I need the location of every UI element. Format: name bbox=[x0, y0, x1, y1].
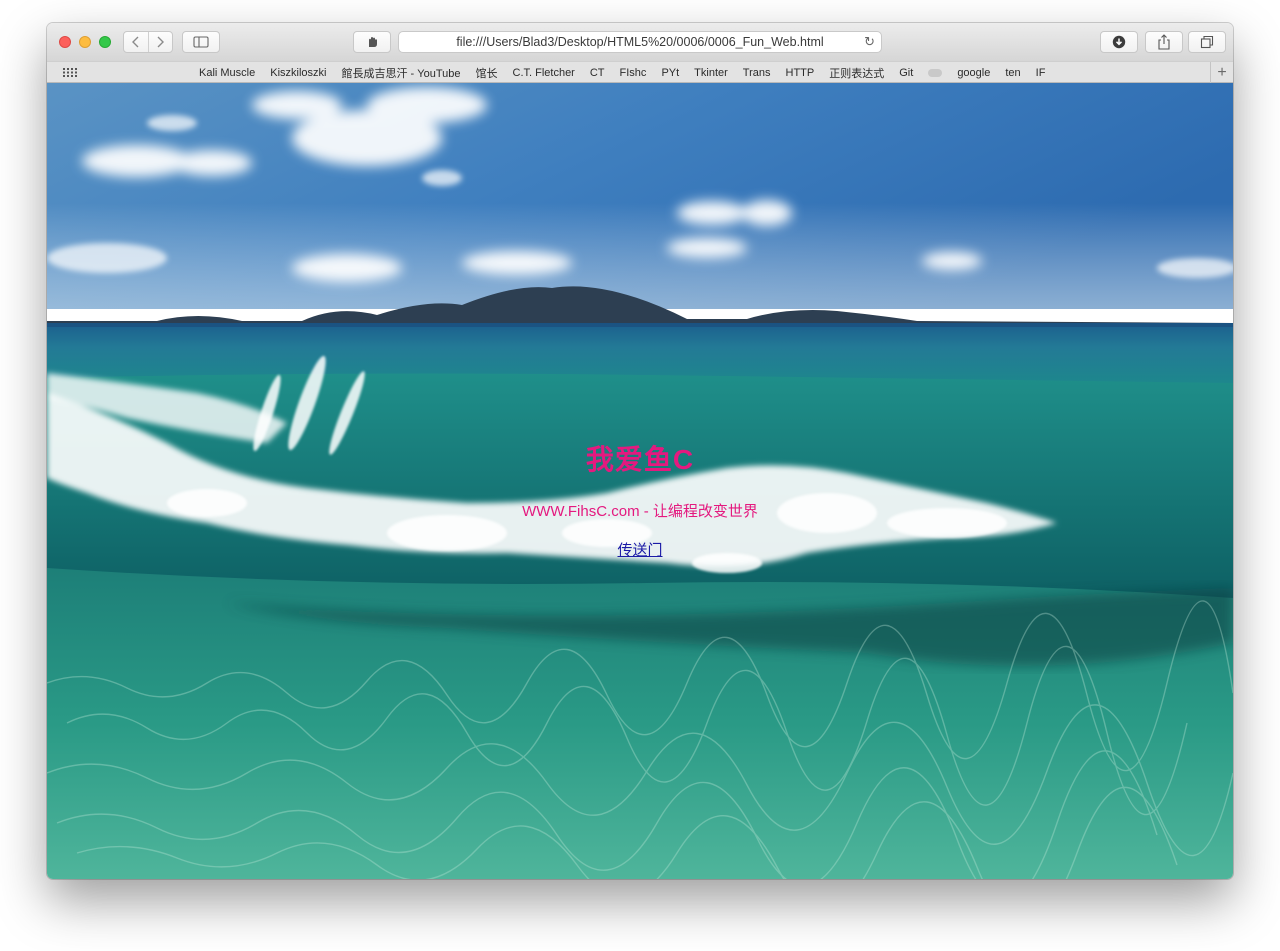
web-page-content: 我爱鱼C WWW.FihsC.com - 让编程改变世界 传送门 bbox=[47, 83, 1233, 879]
maximize-window-button[interactable] bbox=[99, 36, 111, 48]
page-text-block: 我爱鱼C WWW.FihsC.com - 让编程改变世界 传送门 bbox=[47, 438, 1233, 560]
bookmark-item[interactable]: Kiszkiloszki bbox=[270, 67, 326, 79]
bookmark-item[interactable]: ten bbox=[1005, 67, 1020, 79]
bookmark-item[interactable]: 正则表达式 bbox=[829, 65, 884, 81]
close-window-button[interactable] bbox=[59, 36, 71, 48]
plus-icon[interactable]: + bbox=[1210, 62, 1233, 83]
show-tabs-button[interactable] bbox=[1188, 31, 1226, 53]
hand-icon bbox=[369, 37, 377, 47]
bookmark-list: Kali Muscle Kiszkiloszki 館長成吉思汗 - YouTub… bbox=[199, 62, 1045, 83]
bookmark-item[interactable]: PYt bbox=[661, 67, 679, 79]
share-button[interactable] bbox=[1145, 31, 1183, 53]
forward-button[interactable] bbox=[147, 32, 173, 52]
sidebar-icon bbox=[193, 36, 209, 48]
back-button[interactable] bbox=[124, 32, 148, 52]
share-icon bbox=[1158, 34, 1170, 50]
bookmark-item[interactable]: CT bbox=[590, 67, 605, 79]
page-subtitle: WWW.FihsC.com - 让编程改变世界 bbox=[522, 503, 758, 520]
bookmark-item[interactable]: Tkinter bbox=[694, 67, 728, 79]
address-bar[interactable]: file:///Users/Blad3/Desktop/HTML5%20/000… bbox=[398, 31, 882, 53]
bookmark-item[interactable]: FIshc bbox=[620, 67, 647, 79]
reload-icon[interactable]: ↻ bbox=[864, 34, 875, 50]
bookmark-item[interactable]: C.T. Fletcher bbox=[513, 67, 575, 79]
portal-link[interactable]: 传送门 bbox=[617, 539, 662, 560]
tabs-icon bbox=[1200, 35, 1214, 49]
bookmark-item[interactable]: google bbox=[957, 67, 990, 79]
minimize-window-button[interactable] bbox=[79, 36, 91, 48]
navigation-buttons bbox=[123, 31, 173, 53]
cloud-icon[interactable] bbox=[928, 68, 943, 77]
browser-window: file:///Users/Blad3/Desktop/HTML5%20/000… bbox=[47, 23, 1233, 879]
chevron-left-icon bbox=[131, 36, 139, 48]
chevron-right-icon bbox=[157, 36, 165, 48]
page-headline: 我爱鱼C bbox=[585, 444, 695, 475]
downloads-button[interactable] bbox=[1100, 31, 1138, 53]
bookmark-item[interactable]: 馆长 bbox=[476, 65, 498, 81]
download-icon bbox=[1112, 35, 1126, 49]
bookmark-item[interactable]: IF bbox=[1036, 67, 1046, 79]
title-bar: file:///Users/Blad3/Desktop/HTML5%20/000… bbox=[47, 23, 1233, 61]
bookmarks-bar: Kali Muscle Kiszkiloszki 館長成吉思汗 - YouTub… bbox=[47, 61, 1233, 83]
bookmark-item[interactable]: Git bbox=[899, 67, 913, 79]
bookmark-item[interactable]: 館長成吉思汗 - YouTube bbox=[341, 65, 460, 81]
sidebar-button[interactable] bbox=[182, 31, 220, 53]
bookmark-item[interactable]: Kali Muscle bbox=[199, 67, 255, 79]
grid-icon[interactable] bbox=[63, 68, 77, 77]
address-url: file:///Users/Blad3/Desktop/HTML5%20/000… bbox=[456, 35, 824, 49]
bookmark-item[interactable]: Trans bbox=[743, 67, 771, 79]
privacy-button[interactable] bbox=[353, 31, 391, 53]
bookmark-item[interactable]: HTTP bbox=[786, 67, 815, 79]
